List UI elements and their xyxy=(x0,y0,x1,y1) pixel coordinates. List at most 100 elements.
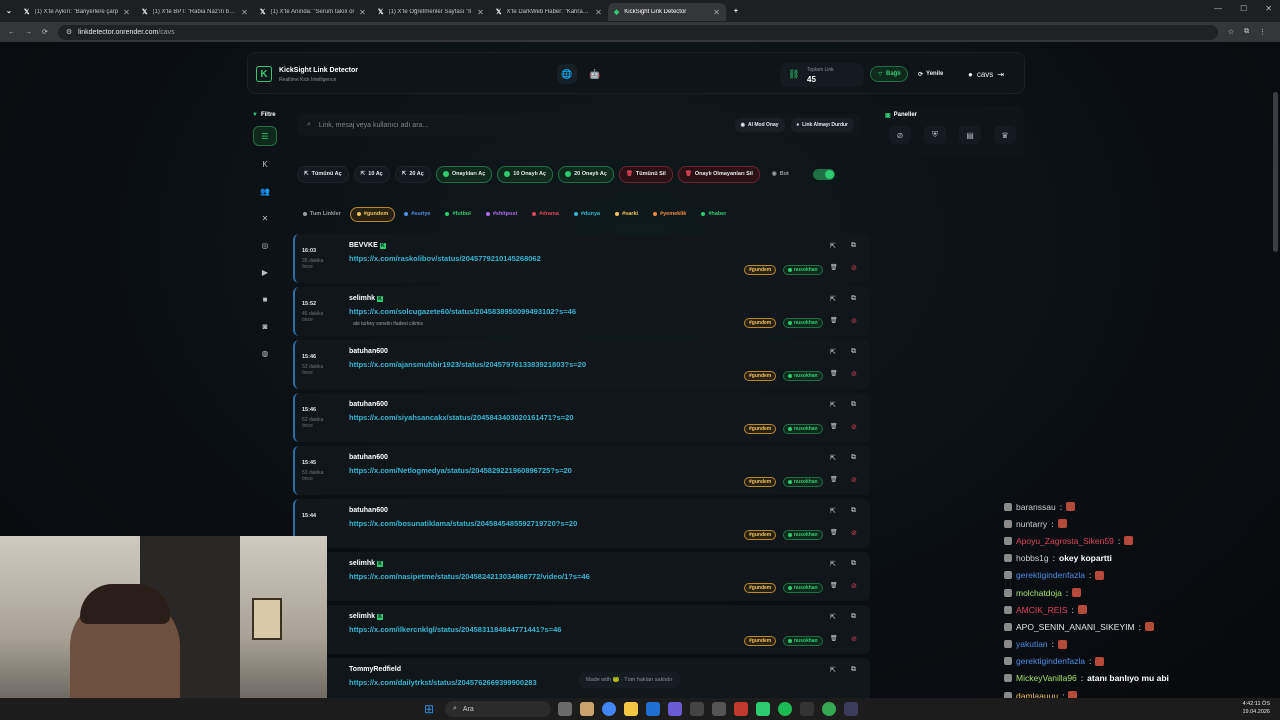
category-chip[interactable]: #sarki xyxy=(609,207,644,222)
chrome-icon[interactable] xyxy=(822,702,836,716)
scrollbar[interactable] xyxy=(1273,92,1278,252)
archive-panel-button[interactable]: ▤ xyxy=(959,126,981,144)
url-field[interactable]: ⚙ linkdetector.onrender.com/cavs xyxy=(57,24,1218,40)
trash-icon[interactable]: 🗑 xyxy=(830,476,838,483)
app-icon[interactable] xyxy=(580,702,594,716)
shield-panel-button[interactable]: ⛨ xyxy=(924,126,946,144)
windows-start-icon[interactable]: ⊞ xyxy=(424,702,434,716)
app-icon[interactable] xyxy=(558,702,572,716)
stop-links-button[interactable]: ⏸ Link Almayı Durdur xyxy=(790,118,854,132)
tab-close-icon[interactable]: ✕ xyxy=(241,8,248,17)
ban-icon[interactable]: ⊘ xyxy=(851,317,857,325)
filter-instagram-button[interactable]: ◎ xyxy=(253,235,277,255)
filter-all-button[interactable]: ☰ xyxy=(253,126,277,146)
globe-icon[interactable]: 🌐 xyxy=(557,64,577,84)
ban-icon[interactable]: ⊘ xyxy=(851,529,857,537)
extensions-icon[interactable]: ⧉ xyxy=(1244,28,1249,36)
site-info-icon[interactable]: ⚙ xyxy=(66,28,72,36)
ban-icon[interactable]: ⊘ xyxy=(851,370,857,378)
search-input[interactable]: Link, mesaj veya kullanıcı adı ara... xyxy=(319,122,428,129)
filter-users-button[interactable]: 👥 xyxy=(253,181,277,201)
trash-icon[interactable]: 🗑 xyxy=(830,582,838,589)
category-chip[interactable]: #haber xyxy=(695,207,732,222)
minimize-icon[interactable]: — xyxy=(1214,4,1222,13)
bulk-action-button[interactable]: 10 Onaylı Aç xyxy=(497,165,554,183)
browser-tab[interactable]: ◆ KickSight Link Detector ✕ xyxy=(607,3,726,21)
tab-close-icon[interactable]: ✕ xyxy=(595,8,602,17)
copy-icon[interactable]: ⧉ xyxy=(851,613,856,621)
taskbar-search[interactable]: ⌕ Ara xyxy=(445,701,551,717)
category-chip[interactable]: #shitpost xyxy=(480,207,523,222)
open-link-icon[interactable]: ⇱ xyxy=(830,666,836,674)
link-url[interactable]: https://x.com/ilkercnklgl/status/2045831… xyxy=(349,625,561,634)
category-chip[interactable]: #yemeklik xyxy=(647,207,692,222)
bot-toggle[interactable] xyxy=(812,168,835,180)
tab-close-icon[interactable]: ✕ xyxy=(359,8,366,17)
browser-tab[interactable]: 𝕏 X'te DarkWeb Haber: "Kahrama ✕ xyxy=(490,3,608,21)
copy-icon[interactable]: ⧉ xyxy=(851,401,856,409)
category-chip[interactable]: #dunya xyxy=(568,207,606,222)
ban-icon[interactable]: ⊘ xyxy=(851,423,857,431)
app-icon[interactable] xyxy=(712,702,726,716)
trash-icon[interactable]: 🗑 xyxy=(830,423,838,430)
open-link-icon[interactable]: ⇱ xyxy=(830,560,836,568)
maximize-icon[interactable]: ☐ xyxy=(1240,4,1247,13)
link-url[interactable]: https://x.com/ajansmuhbir1923/status/204… xyxy=(349,360,586,369)
spotify-icon[interactable] xyxy=(778,702,792,716)
ai-mode-button[interactable]: ◉ AI Mod Onay xyxy=(734,118,785,132)
chrome-icon[interactable] xyxy=(602,702,616,716)
filter-video-button[interactable]: ■ xyxy=(253,289,277,309)
link-url[interactable]: https://x.com/nasipetme/status/204582421… xyxy=(349,572,590,581)
copy-icon[interactable]: ⧉ xyxy=(851,507,856,515)
ban-icon[interactable]: ⊘ xyxy=(851,582,857,590)
new-tab-icon[interactable]: + xyxy=(734,8,738,15)
copy-icon[interactable]: ⧉ xyxy=(851,242,856,250)
bulk-action-button[interactable]: 🗑 Tümünü Sil xyxy=(618,165,673,183)
link-url[interactable]: https://x.com/bosunatiklama/status/20458… xyxy=(349,519,577,528)
filter-kick-button[interactable]: K xyxy=(253,154,277,174)
bulk-action-button[interactable]: Onaylıları Aç xyxy=(435,165,493,183)
category-chip[interactable]: #futbol xyxy=(439,207,476,222)
edge-icon[interactable] xyxy=(646,702,660,716)
app-icon[interactable] xyxy=(690,702,704,716)
open-link-icon[interactable]: ⇱ xyxy=(830,348,836,356)
link-url[interactable]: https://x.com/siyahsancakx/status/204584… xyxy=(349,413,574,422)
copy-icon[interactable]: ⧉ xyxy=(851,666,856,674)
tab-close-icon[interactable]: ✕ xyxy=(713,8,720,17)
back-icon[interactable]: ← xyxy=(8,29,15,36)
discord-icon[interactable] xyxy=(668,702,682,716)
filter-camera-button[interactable]: ◙ xyxy=(253,316,277,336)
filter-youtube-button[interactable]: ▶ xyxy=(253,262,277,282)
avatar-icon[interactable]: 🤖 xyxy=(585,64,605,84)
open-link-icon[interactable]: ⇱ xyxy=(830,242,836,250)
reload-icon[interactable]: ⟳ xyxy=(42,28,48,36)
category-chip[interactable]: #suriye xyxy=(398,207,436,222)
copy-icon[interactable]: ⧉ xyxy=(851,454,856,462)
tab-search-icon[interactable]: ⌄ xyxy=(6,7,12,15)
logout-icon[interactable]: ⇥ xyxy=(997,70,1004,79)
bulk-action-button[interactable]: ⇱ 10 Aç xyxy=(353,165,390,183)
link-url[interactable]: https://x.com/solcugazete60/status/20458… xyxy=(349,307,576,316)
open-link-icon[interactable]: ⇱ xyxy=(830,401,836,409)
browser-tab[interactable]: 𝕏 (1) X'te Öğretmenler Sayfası "İl ✕ xyxy=(372,3,490,21)
filter-x-button[interactable]: ✕ xyxy=(253,208,277,228)
menu-icon[interactable]: ⋮ xyxy=(1259,28,1266,36)
trophy-panel-button[interactable]: ♛ xyxy=(994,126,1016,144)
app-icon[interactable] xyxy=(734,702,748,716)
system-tray[interactable]: 4:42:11 ÖS 19.04.2026 xyxy=(1242,700,1270,716)
trash-icon[interactable]: 🗑 xyxy=(830,635,838,642)
forward-icon[interactable]: → xyxy=(25,29,32,36)
category-chip[interactable]: #drama xyxy=(526,207,565,222)
open-link-icon[interactable]: ⇱ xyxy=(830,507,836,515)
folder-icon[interactable] xyxy=(624,702,638,716)
filter-web-button[interactable]: ◍ xyxy=(253,343,277,363)
category-chip[interactable]: #gundem xyxy=(349,206,396,222)
trash-icon[interactable]: 🗑 xyxy=(830,370,838,377)
open-link-icon[interactable]: ⇱ xyxy=(830,454,836,462)
refresh-button[interactable]: ⟳ Yenile xyxy=(918,66,943,82)
browser-tab[interactable]: 𝕏 (1) X'te Anında: "Serum takılı ol ✕ xyxy=(254,3,372,21)
close-window-icon[interactable]: ✕ xyxy=(1265,4,1272,13)
ban-icon[interactable]: ⊘ xyxy=(851,264,857,272)
app-icon[interactable] xyxy=(844,702,858,716)
link-url[interactable]: https://x.com/dailytrkst/status/20457626… xyxy=(349,678,537,687)
